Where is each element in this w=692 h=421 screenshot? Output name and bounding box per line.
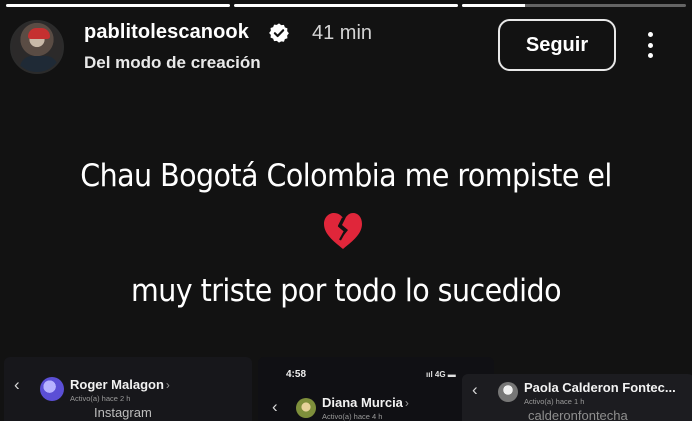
- progress-segment: [462, 4, 686, 7]
- chat-avatar: [296, 398, 316, 418]
- avatar-cap: [28, 28, 50, 39]
- chat-screenshot: 4:58 ııl 4G ▬ ‹ Diana Murcia › Activo(a) …: [258, 357, 494, 421]
- chat-subtext: calderonfontecha: [528, 408, 628, 421]
- story-subtitle: Del modo de creación: [84, 53, 261, 72]
- chat-avatar: [498, 382, 518, 402]
- profile-avatar[interactable]: [10, 20, 64, 74]
- chat-contact-name: Roger Malagon ›: [70, 377, 170, 392]
- more-options-icon[interactable]: [638, 28, 662, 62]
- chat-status: Activo(a) hace 1 h: [524, 397, 585, 406]
- follow-button[interactable]: Seguir: [498, 19, 616, 71]
- post-time: 41 min: [312, 22, 373, 44]
- chat-screenshot: ‹ Roger Malagon › Activo(a) hace 2 h Inst…: [4, 357, 252, 421]
- signal-indicator: ııl 4G ▬: [426, 370, 456, 379]
- story-viewer: pablitolescanook 41 min Del modo de crea…: [0, 0, 692, 421]
- chat-avatar: [40, 377, 64, 401]
- back-arrow-icon: ‹: [272, 397, 278, 416]
- chat-status: Activo(a) hace 2 h: [70, 394, 131, 403]
- story-progress-bars: [6, 4, 686, 7]
- username[interactable]: pablitolescanook: [84, 21, 249, 44]
- phone-clock: 4:58: [286, 369, 307, 380]
- chat-contact-name: Paola Calderon Fontec...: [524, 380, 676, 395]
- back-arrow-icon: ‹: [14, 375, 20, 394]
- chat-screenshot: ‹ Paola Calderon Fontec... Activo(a) hac…: [462, 374, 692, 421]
- story-header: pablitolescanook 41 min Del modo de crea…: [10, 14, 682, 80]
- chat-status: Activo(a) hace 4 h: [322, 412, 383, 421]
- progress-segment: [6, 4, 230, 7]
- back-arrow-icon: ‹: [472, 380, 478, 399]
- avatar-shirt: [20, 56, 58, 72]
- verified-badge-icon: [269, 23, 289, 43]
- progress-segment: [234, 4, 458, 7]
- story-text-line: muy triste por todo lo sucedido: [131, 273, 562, 309]
- chat-subtext: Instagram: [94, 405, 152, 420]
- broken-heart-icon: [324, 213, 362, 249]
- story-text-line: Chau Bogotá Colombia me rompiste el: [80, 158, 612, 194]
- chat-contact-name: Diana Murcia ›: [322, 395, 409, 410]
- chat-screenshots-strip: ‹ Roger Malagon › Activo(a) hace 2 h Inst…: [0, 352, 692, 421]
